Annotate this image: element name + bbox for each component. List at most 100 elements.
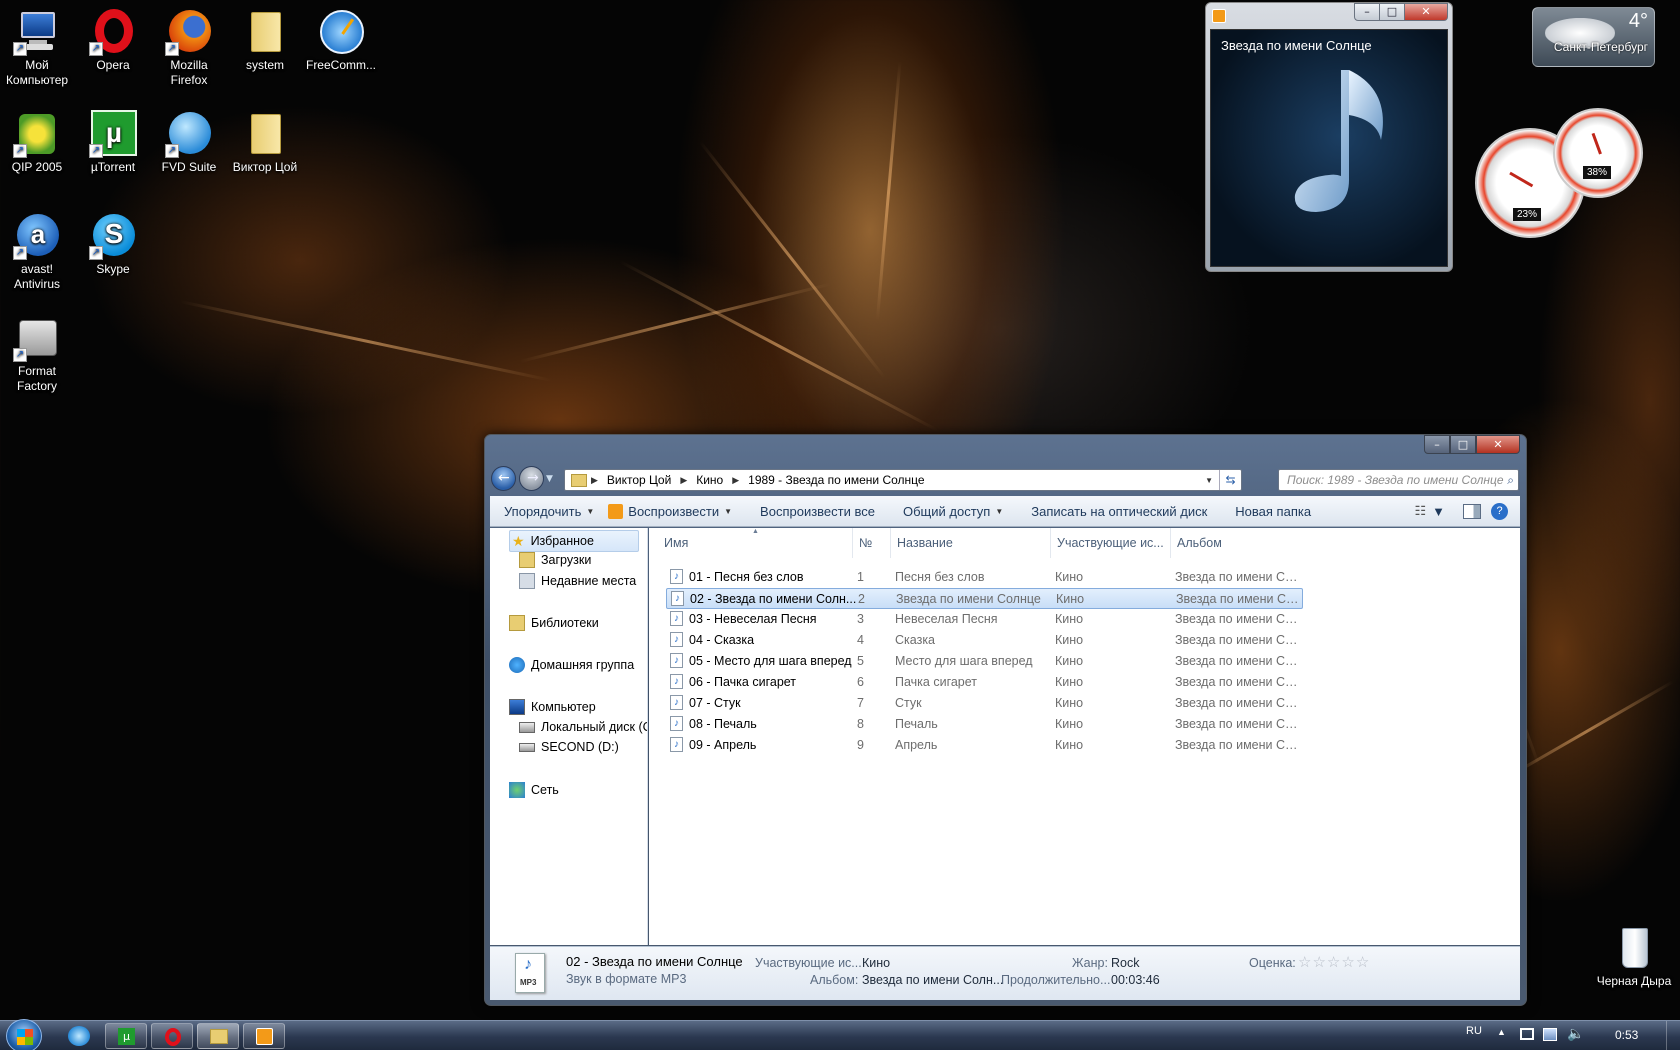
column-header-title[interactable]: Название [891, 528, 1051, 558]
nav-local-disk[interactable]: Локальный диск (C [519, 720, 647, 734]
detail-genre-value[interactable]: Rock [1111, 956, 1139, 970]
maximize-button[interactable]: □ [1450, 435, 1476, 454]
nav-second-disk[interactable]: SECOND (D:) [519, 740, 619, 754]
play-all-button[interactable]: Воспроизвести все [746, 504, 889, 519]
desktop-icon-opera[interactable]: ↗ Opera [75, 8, 151, 73]
cell-artist: Кино [1055, 717, 1084, 731]
taskbar-media-player[interactable] [243, 1023, 285, 1049]
nav-downloads[interactable]: Загрузки [519, 552, 591, 568]
language-indicator[interactable]: RU [1466, 1025, 1482, 1037]
desktop-icon-utorrent[interactable]: µ ↗ µTorrent [75, 110, 151, 175]
media-player-window[interactable]: – □ ✕ Звезда по имени Солнце [1205, 2, 1453, 272]
volume-icon[interactable]: 🔈 [1567, 1025, 1584, 1042]
nav-favorites[interactable]: ★ Избранное [509, 530, 639, 552]
table-row[interactable]: ♪ 01 - Песня без слов 1 Песня без слов Кино З… [666, 567, 1303, 588]
table-row[interactable]: ♪ 05 - Место для шага вперед 5 Место для ша… [666, 651, 1303, 672]
breadcrumb-separator-icon[interactable]: ▶ [591, 475, 598, 486]
table-row[interactable]: ♪ 08 - Печаль 8 Печаль Кино Звезда по имени С… [666, 714, 1303, 735]
close-button[interactable]: ✕ [1476, 435, 1520, 454]
column-header-album[interactable]: Альбом [1171, 528, 1301, 558]
table-row[interactable]: ♪ 04 - Сказка 4 Сказка Кино Звезда по имени С… [666, 630, 1303, 651]
play-button[interactable]: Воспроизвести ▼ [608, 503, 746, 519]
player-close-button[interactable]: ✕ [1404, 3, 1448, 21]
cell-title: Место для шага вперед [895, 654, 1033, 668]
rating-star-icon[interactable]: ☆ [1356, 954, 1370, 971]
tray-expand-icon[interactable]: ▲ [1497, 1027, 1506, 1037]
rating-stars[interactable]: ☆☆☆☆☆ [1298, 953, 1370, 971]
breadcrumb-item[interactable]: Кино [687, 473, 732, 487]
breadcrumb-item[interactable]: 1989 - Звезда по имени Солнце [739, 473, 933, 487]
rating-star-icon[interactable]: ☆ [1327, 954, 1341, 971]
action-center-icon[interactable] [1520, 1028, 1534, 1040]
nav-libraries[interactable]: Библиотеки [509, 615, 599, 631]
desktop-icon-my-computer[interactable]: ↗ Мой Компьютер [0, 8, 75, 88]
nav-homegroup[interactable]: Домашняя группа [509, 657, 634, 673]
table-row[interactable]: ♪ 09 - Апрель 9 Апрель Кино Звезда по имени С… [666, 735, 1303, 756]
desktop-icon-skype[interactable]: S ↗ Skype [75, 212, 151, 277]
show-desktop-button[interactable] [1666, 1021, 1680, 1050]
desktop-icon-system[interactable]: system [227, 8, 303, 73]
desktop-icon-format-factory[interactable]: ↗ Format Factory [0, 314, 75, 394]
table-row[interactable]: ♪ 07 - Стук 7 Стук Кино Звезда по имени Со... [666, 693, 1303, 714]
column-header-name[interactable]: Имя [658, 528, 853, 558]
rating-star-icon[interactable]: ☆ [1312, 954, 1326, 971]
desktop-icon-firefox[interactable]: ↗ Mozilla Firefox [151, 8, 227, 88]
column-header-artists[interactable]: Участвующие ис... [1051, 528, 1171, 558]
breadcrumb-separator-icon[interactable]: ▶ [680, 475, 687, 486]
help-icon[interactable]: ? [1491, 502, 1508, 520]
taskbar-ie-icon[interactable] [68, 1026, 90, 1046]
detail-artists-value[interactable]: Кино [862, 956, 890, 970]
mp3-file-icon: ♪ [670, 569, 683, 584]
weather-gadget[interactable]: 4° Санкт-Петербург [1532, 7, 1655, 67]
network-tray-icon[interactable] [1543, 1028, 1557, 1041]
breadcrumb-separator-icon[interactable]: ▶ [732, 475, 739, 486]
desktop-icon-recycle-bin[interactable]: Черная Дыра [1596, 924, 1672, 989]
recent-pages-dropdown[interactable]: ▼ [546, 474, 553, 484]
preview-pane-button[interactable] [1463, 503, 1481, 519]
desktop-icon-freecommander[interactable]: FreeComm... [303, 8, 379, 73]
forward-button[interactable]: → [519, 466, 544, 491]
mp3-file-icon: ♪ [670, 674, 683, 689]
view-options-button[interactable]: ☷ ▼ [1406, 503, 1453, 519]
rating-star-icon[interactable]: ☆ [1298, 954, 1312, 971]
new-folder-button[interactable]: Новая папка [1221, 504, 1325, 519]
share-button[interactable]: Общий доступ ▼ [889, 504, 1017, 519]
refresh-icon[interactable]: ⇆ [1219, 470, 1241, 490]
taskbar-utorrent[interactable]: µ [105, 1023, 147, 1049]
music-note-icon: ♪ [524, 956, 532, 973]
desktop-icon-viktor-tsoi[interactable]: Виктор Цой [227, 110, 303, 175]
desktop-icon-qip[interactable]: ↗ QIP 2005 [0, 110, 75, 175]
burn-button[interactable]: Записать на оптический диск [1017, 504, 1221, 519]
cell-name: 06 - Пачка сигарет [689, 675, 797, 689]
detail-album-value[interactable]: Звезда по имени Солн... [862, 973, 1003, 987]
search-input[interactable]: Поиск: 1989 - Звезда по имени Солнце ⌕ [1278, 469, 1519, 491]
mp3-file-icon: ♪ [670, 737, 683, 752]
desktop-icon-fvd-suite[interactable]: ↗ FVD Suite [151, 110, 227, 175]
address-bar[interactable]: ▶ Виктор Цой ▶ Кино ▶ 1989 - Звезда по и… [564, 469, 1242, 491]
play-label: Воспроизвести [628, 503, 720, 519]
table-row[interactable]: ♪ 06 - Пачка сигарет 6 Пачка сигарет Кино Зве… [666, 672, 1303, 693]
clock[interactable]: 0:53 [1615, 1028, 1638, 1042]
back-button[interactable]: ← [491, 466, 516, 491]
table-row[interactable]: ♪ 03 - Невеселая Песня 3 Невеселая Песня Кин… [666, 609, 1303, 630]
detail-genre-label: Жанр: [1072, 956, 1108, 970]
table-row[interactable]: ♪ 02 - Звезда по имени Солн... 2 Звезда по … [666, 588, 1303, 609]
minimize-button[interactable]: – [1424, 435, 1450, 454]
desktop-icon-avast[interactable]: a ↗ avast! Antivirus [0, 212, 75, 292]
address-dropdown-icon[interactable]: ▼ [1199, 476, 1219, 485]
taskbar-opera[interactable] [151, 1023, 193, 1049]
breadcrumb-item[interactable]: Виктор Цой [598, 473, 680, 487]
memory-meter-gadget[interactable]: 38% [1553, 108, 1643, 198]
rating-star-icon[interactable]: ☆ [1341, 954, 1355, 971]
taskbar-explorer[interactable] [197, 1023, 239, 1049]
desktop-icon-label: Format Factory [16, 364, 57, 393]
nav-recent[interactable]: Недавние места [519, 573, 636, 589]
player-maximize-button[interactable]: □ [1379, 3, 1405, 21]
column-header-number[interactable]: № [853, 528, 891, 558]
nav-computer[interactable]: Компьютер [509, 699, 596, 715]
player-minimize-button[interactable]: – [1354, 3, 1380, 21]
cell-name: 02 - Звезда по имени Солн... [690, 592, 857, 606]
nav-network[interactable]: Сеть [509, 782, 559, 798]
organize-button[interactable]: Упорядочить ▼ [490, 504, 608, 519]
start-button[interactable] [6, 1019, 42, 1050]
